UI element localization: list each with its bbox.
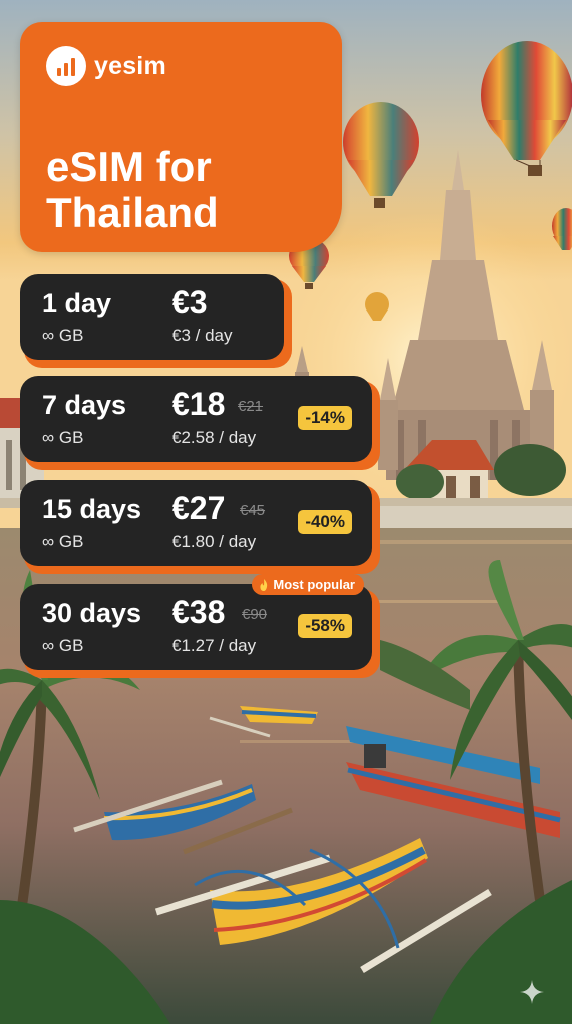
plan-price: €18: [172, 386, 226, 422]
plan-card-30-days[interactable]: 30 days ∞ GB €38 €90 €1.27 / day -58% Mo…: [20, 574, 380, 678]
plan-price: €3: [172, 284, 208, 320]
sparkle-icon: [520, 980, 544, 1004]
plan-card-body: 1 day ∞ GB €3 €3 / day: [20, 274, 284, 360]
flame-icon: [260, 578, 268, 591]
plan-data-allowance: ∞ GB: [42, 326, 84, 345]
brand: yesim: [46, 46, 166, 86]
plan-duration: 1 day: [42, 288, 112, 318]
signal-bars-icon: [46, 46, 86, 86]
plan-duration: 7 days: [42, 390, 127, 420]
plan-duration: 30 days: [42, 598, 142, 628]
plan-price-per-day: €1.27 / day: [172, 636, 257, 655]
plan-card-7-days[interactable]: 7 days ∞ GB €18 €21 €2.58 / day -14%: [20, 376, 380, 470]
plan-card-body: 30 days ∞ GB €38 €90 €1.27 / day -58%: [20, 584, 372, 670]
plan-price-per-day: €2.58 / day: [172, 428, 257, 447]
plan-price: €27: [172, 490, 226, 526]
hero-card: yesim eSIM for Thailand: [20, 22, 342, 252]
plan-data-allowance: ∞ GB: [42, 428, 84, 447]
plan-card-15-days[interactable]: 15 days ∞ GB €27 €45 €1.80 / day -40%: [20, 480, 380, 574]
plan-card-1-day[interactable]: 1 day ∞ GB €3 €3 / day: [20, 274, 292, 368]
plan-data-allowance: ∞ GB: [42, 636, 84, 655]
plan-old-price: €45: [240, 502, 266, 519]
plan-card-body: 15 days ∞ GB €27 €45 €1.80 / day -40%: [20, 480, 372, 566]
most-popular-label: Most popular: [273, 577, 355, 592]
discount-badge: -40%: [298, 510, 352, 534]
discount-badge: -14%: [298, 406, 352, 430]
plan-old-price: €90: [242, 606, 268, 623]
plan-data-allowance: ∞ GB: [42, 532, 84, 551]
plan-price-per-day: €3 / day: [172, 326, 233, 345]
discount-badge: -58%: [298, 614, 352, 638]
plan-old-price: €21: [238, 398, 264, 415]
ad-page: yesim eSIM for Thailand 1 day ∞ GB €3 €3…: [0, 0, 572, 1024]
page-title: eSIM for Thailand: [46, 143, 219, 236]
plan-duration: 15 days: [42, 494, 142, 524]
most-popular-badge: Most popular: [252, 574, 364, 595]
plan-price-per-day: €1.80 / day: [172, 532, 257, 551]
brand-name: yesim: [94, 51, 166, 80]
plan-card-body: 7 days ∞ GB €18 €21 €2.58 / day -14%: [20, 376, 372, 462]
plan-price: €38: [172, 594, 226, 630]
